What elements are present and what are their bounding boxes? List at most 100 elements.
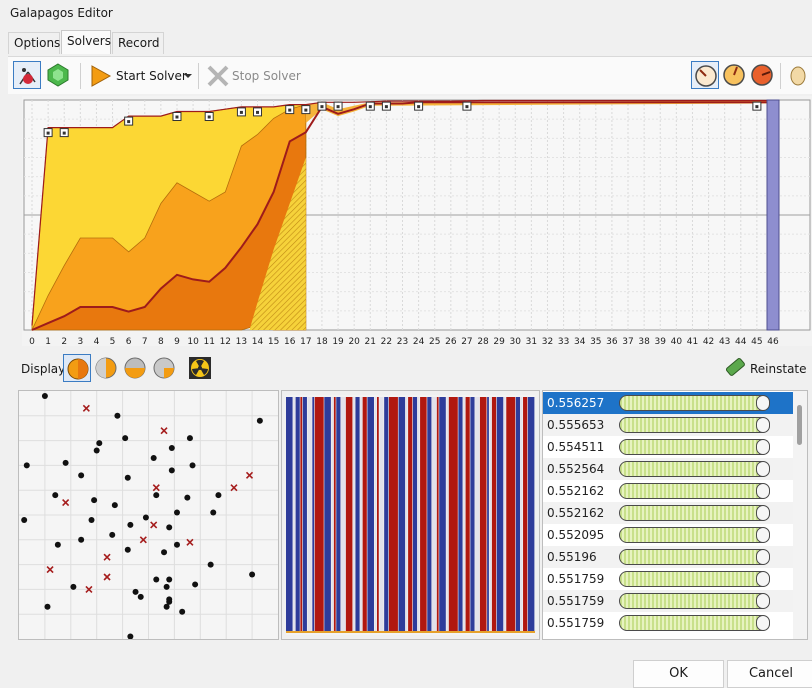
gene-stripe [355,397,360,633]
gauge-slow-icon[interactable] [691,61,719,89]
scrollbar-thumb[interactable] [797,405,802,445]
genome-dot [23,462,30,469]
milestone-marker [752,101,762,111]
genome-dot [184,494,191,501]
genome-cross [103,573,111,581]
bar-end-cap [755,571,770,587]
gene-stripe [353,397,355,633]
genome-fitness-value: 0.556257 [547,396,605,410]
genome-row[interactable]: 0.555653 [543,414,795,436]
genome-row[interactable]: 0.551759 [543,590,795,612]
genome-row[interactable]: 0.55196 [543,546,795,568]
genome-dot [173,541,180,548]
genome-dot [127,633,134,640]
radioactive-icon[interactable] [186,354,214,382]
window-title: Galapagos Editor [10,6,113,20]
milestone-marker [59,128,69,138]
tab-record[interactable]: Record [112,32,164,54]
reinstate-button[interactable]: Reinstate [750,362,807,376]
tab-options[interactable]: Options [8,32,60,54]
genome-cross [150,521,158,529]
genome-cross [82,404,90,412]
x-tick-label: 15 [268,337,279,346]
annealing-solver-icon[interactable] [44,61,72,89]
x-tick-label: 34 [574,337,586,346]
x-tick-label: 5 [110,337,116,346]
toolbar-separator [198,63,199,89]
genome-chromosome-bar [619,549,770,565]
dropdown-arrow-icon[interactable] [182,65,194,81]
cancel-button[interactable]: Cancel [727,660,812,688]
fitness-graph[interactable]: 0 1 2 3 4 5 6 7 8 9 10 11 12 13 14 15 16 17 18 19 20 21 22 23 24… [22,96,812,346]
gene-stripe [458,397,463,633]
genome-map-panel[interactable] [18,390,279,640]
x-tick-label: 21 [365,337,376,346]
genome-row[interactable]: 0.551759 [543,568,795,590]
start-solver-button[interactable]: Start Solver [116,69,187,83]
stop-solver-button[interactable]: Stop Solver [232,69,301,83]
gene-stripe [286,397,293,633]
genome-fitness-value: 0.55196 [547,550,597,564]
x-tick-label: 36 [606,337,618,346]
gene-stripe [491,397,497,633]
gene-stripe [527,397,535,633]
gauge-fast-icon[interactable] [748,61,776,89]
genome-row[interactable]: 0.556257 [543,392,795,414]
display-mode-4-icon[interactable] [150,354,178,382]
milestone-marker [301,105,311,115]
genome-row[interactable]: 0.552162 [543,502,795,524]
x-tick-label: 30 [510,337,522,346]
genome-list-scrollbar[interactable] [793,391,807,639]
genome-dot [124,474,131,481]
genome-dot [52,492,59,499]
genome-row[interactable]: 0.552564 [543,458,795,480]
display-label: Display [21,362,66,376]
gene-stripe [496,397,504,633]
x-tick-label: 31 [526,337,537,346]
ok-button[interactable]: OK [633,660,724,688]
x-tick-label: 19 [332,337,344,346]
genome-dot [150,454,157,461]
bar-end-cap [755,439,770,455]
x-tick-label: 16 [284,337,296,346]
genome-row[interactable]: 0.554511 [543,436,795,458]
genome-row[interactable]: 0.551759 [543,612,795,634]
x-tick-label: 11 [203,337,214,346]
genome-row[interactable]: 0.552162 [543,480,795,502]
display-mode-1-icon[interactable] [63,354,91,382]
genome-dot [215,492,222,499]
genome-dot [166,576,173,583]
gene-stripe [487,397,489,633]
reinstate-icon[interactable] [721,354,749,382]
genome-chromosome-bar [619,417,770,433]
egg-icon[interactable] [784,61,812,89]
genome-chromosome-bar [619,593,770,609]
genome-chromosome-bar [619,395,770,411]
genome-row[interactable]: 0.552095 [543,524,795,546]
x-tick-label: 41 [687,337,698,346]
gene-stripe [345,397,353,633]
genome-chromosome-bar [619,461,770,477]
x-tick-label: 22 [381,337,392,346]
stop-icon[interactable] [204,62,232,90]
x-tick-label: 38 [638,337,650,346]
gene-stripe [506,397,516,633]
genome-fitness-value: 0.551759 [547,572,605,586]
start-icon[interactable] [86,62,114,90]
genome-dot [88,516,95,523]
evolutionary-solver-icon[interactable] [13,61,41,89]
display-mode-2-icon[interactable] [92,354,120,382]
gene-stripe [427,397,432,633]
x-tick-label: 1 [45,337,51,346]
genome-bars [286,395,535,635]
tab-solvers[interactable]: Solvers [61,30,111,54]
gene-stripe [333,397,336,633]
display-mode-3-icon[interactable] [121,354,149,382]
genome-list[interactable]: 0.556257 0.555653 0.554511 0.552564 0.552162… [542,390,808,640]
bar-end-cap [755,417,770,433]
gene-stripe [324,397,331,633]
gauge-medium-icon[interactable] [720,61,748,89]
gene-stripe [405,397,408,633]
gene-stripe [341,397,346,633]
milestone-marker [365,101,375,111]
